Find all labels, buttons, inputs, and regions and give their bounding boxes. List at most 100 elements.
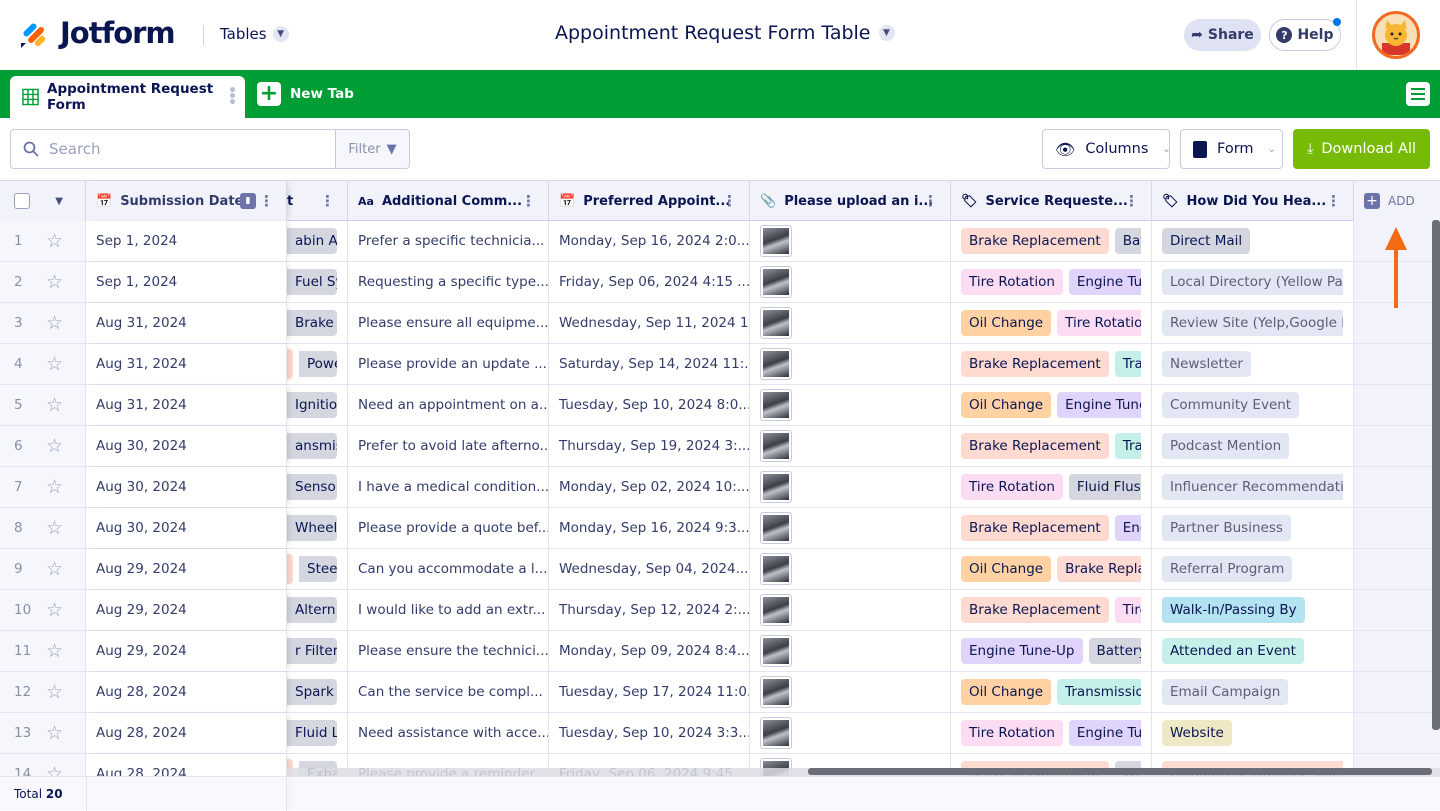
- share-button[interactable]: ➦ Share: [1184, 19, 1261, 51]
- star-icon[interactable]: ☆: [46, 558, 63, 580]
- source-cell[interactable]: Email Campaign: [1152, 672, 1354, 712]
- star-icon[interactable]: ☆: [46, 640, 63, 662]
- vertical-scrollbar[interactable]: [1432, 220, 1440, 730]
- submission-date-cell[interactable]: Sep 1, 2024: [86, 262, 287, 302]
- service-cell[interactable]: Brake ReplacementTire Rotation: [951, 590, 1152, 630]
- star-icon[interactable]: ☆: [46, 763, 63, 776]
- upload-cell[interactable]: [750, 262, 951, 302]
- appointment-cell[interactable]: Wednesday, Sep 11, 2024 1...: [549, 303, 750, 343]
- source-cell[interactable]: Newsletter: [1152, 344, 1354, 384]
- partial-tag-cell[interactable]: Wheel: [287, 508, 348, 548]
- upload-cell[interactable]: [750, 713, 951, 753]
- service-cell[interactable]: Brake ReplacementTransmission Service: [951, 344, 1152, 384]
- car-image-thumbnail[interactable]: [760, 594, 792, 626]
- source-cell[interactable]: Local Directory (Yellow Pages): [1152, 262, 1354, 302]
- appointment-cell[interactable]: Thursday, Sep 19, 2024 3:...: [549, 426, 750, 466]
- column-options-icon[interactable]: ⋮: [521, 192, 536, 210]
- table-row[interactable]: 5 ☆ Aug 31, 2024 Ignitio Need an appointm…: [0, 385, 1440, 426]
- comment-cell[interactable]: Please provide a quote bef...: [348, 508, 549, 548]
- service-cell[interactable]: Oil ChangeEngine Tune-Up: [951, 385, 1152, 425]
- comment-cell[interactable]: I would like to add an extr...: [348, 590, 549, 630]
- appointment-cell[interactable]: Monday, Sep 16, 2024 9:3...: [549, 508, 750, 548]
- upload-cell[interactable]: [750, 344, 951, 384]
- partial-tag-cell[interactable]: Sensor M: [287, 467, 348, 507]
- source-cell[interactable]: Influencer Recommendation: [1152, 467, 1354, 507]
- upload-cell[interactable]: [750, 508, 951, 548]
- service-cell[interactable]: Tire RotationFluid Flush: [951, 467, 1152, 507]
- car-image-thumbnail[interactable]: [760, 348, 792, 380]
- horizontal-scrollbar[interactable]: [808, 768, 1432, 775]
- appointment-cell[interactable]: Thursday, Sep 12, 2024 2:...: [549, 590, 750, 630]
- service-cell[interactable]: Oil ChangeBrake Replacement: [951, 549, 1152, 589]
- comment-cell[interactable]: Can you accommodate a l...: [348, 549, 549, 589]
- table-row[interactable]: 1☆ Sep 1, 2024 abin Air F Prefer a speci…: [0, 221, 1440, 262]
- partial-tag-cell[interactable]: Fuel Sys: [287, 262, 348, 302]
- submission-date-cell[interactable]: Aug 28, 2024: [86, 713, 287, 753]
- comment-cell[interactable]: Please provide an update ...: [348, 344, 549, 384]
- service-cell[interactable]: Oil ChangeTire Rotation: [951, 303, 1152, 343]
- service-cell[interactable]: Engine Tune-UpBattery Replacement: [951, 631, 1152, 671]
- comment-cell[interactable]: Need assistance with acce...: [348, 713, 549, 753]
- table-row[interactable]: 6☆ Aug 30, 2024 ansmissi Prefer to avoid…: [0, 426, 1440, 467]
- tab-appointment-request-form[interactable]: Appointment Request Form • • •: [10, 76, 245, 118]
- appointment-cell[interactable]: Tuesday, Sep 17, 2024 11:0...: [549, 672, 750, 712]
- star-icon[interactable]: ☆: [46, 394, 63, 416]
- column-header-additional-comments[interactable]: Aa Additional Comm... ⋮: [348, 181, 549, 221]
- table-row[interactable]: 7☆ Aug 30, 2024 Sensor M I have a medica…: [0, 467, 1440, 508]
- star-icon[interactable]: ☆: [46, 230, 63, 252]
- table-row[interactable]: 11 ☆ Aug 29, 2024 r Filter R Please ensur…: [0, 631, 1440, 672]
- column-header-upload[interactable]: 📎 Please upload an i... ⋮: [750, 181, 951, 221]
- pin-icon[interactable]: ▮: [240, 193, 256, 209]
- star-icon[interactable]: ☆: [46, 353, 63, 375]
- submission-date-cell[interactable]: Sep 1, 2024: [86, 221, 287, 261]
- partial-tag-cell[interactable]: abin Air F: [287, 221, 348, 261]
- source-cell[interactable]: Attended an Event: [1152, 631, 1354, 671]
- submission-date-cell[interactable]: Aug 29, 2024: [86, 549, 287, 589]
- submission-date-cell[interactable]: Aug 31, 2024: [86, 303, 287, 343]
- upload-cell[interactable]: [750, 672, 951, 712]
- column-header-service-requested[interactable]: 🏷 Service Requeste... ⋮: [951, 181, 1152, 221]
- new-tab-button[interactable]: + New Tab: [257, 82, 354, 106]
- submission-date-cell[interactable]: Aug 29, 2024: [86, 590, 287, 630]
- download-all-button[interactable]: ⤓ Download All: [1293, 129, 1430, 169]
- appointment-cell[interactable]: Wednesday, Sep 04, 2024...: [549, 549, 750, 589]
- star-icon[interactable]: ☆: [46, 435, 63, 457]
- service-cell[interactable]: Brake ReplacementTransmission Service: [951, 426, 1152, 466]
- submission-date-cell[interactable]: Aug 29, 2024: [86, 631, 287, 671]
- column-options-icon[interactable]: ⋮: [1326, 192, 1341, 210]
- table-row[interactable]: 3☆ Aug 31, 2024 Brake F Please ensure al…: [0, 303, 1440, 344]
- source-cell[interactable]: Podcast Mention: [1152, 426, 1354, 466]
- tables-dropdown[interactable]: Tables ▼: [220, 25, 289, 43]
- table-row[interactable]: 13 ☆ Aug 28, 2024 Fluid L Need assistance…: [0, 713, 1440, 754]
- table-row[interactable]: 10 ☆ Aug 29, 2024 Altern I would like to …: [0, 590, 1440, 631]
- column-header-submission-date[interactable]: 📅 Submission Date ▮ ⋮: [86, 181, 287, 221]
- table-title-dropdown[interactable]: Appointment Request Form Table ▼: [555, 22, 895, 44]
- add-column-button[interactable]: + ADD: [1354, 181, 1440, 221]
- car-image-thumbnail[interactable]: [760, 389, 792, 421]
- column-options-icon[interactable]: ⋮: [722, 192, 737, 210]
- service-cell[interactable]: Tire RotationEngine Tune-Up: [951, 262, 1152, 302]
- jotform-logo[interactable]: Jotform: [20, 16, 176, 50]
- comment-cell[interactable]: Prefer to avoid late afterno...: [348, 426, 549, 466]
- upload-cell[interactable]: [750, 385, 951, 425]
- submission-date-cell[interactable]: Aug 28, 2024: [86, 754, 287, 776]
- appointment-cell[interactable]: Tuesday, Sep 10, 2024 3:3...: [549, 713, 750, 753]
- partial-tag-cell[interactable]: Ignitio: [287, 385, 348, 425]
- column-header-preferred-appointment[interactable]: 📅 Preferred Appoint... ⋮: [549, 181, 750, 221]
- source-cell[interactable]: Website: [1152, 713, 1354, 753]
- upload-cell[interactable]: [750, 590, 951, 630]
- upload-cell[interactable]: [750, 467, 951, 507]
- submission-date-cell[interactable]: Aug 30, 2024: [86, 467, 287, 507]
- columns-button[interactable]: 👁 Columns ⌄: [1042, 129, 1171, 169]
- submission-date-cell[interactable]: Aug 31, 2024: [86, 385, 287, 425]
- car-image-thumbnail[interactable]: [760, 717, 792, 749]
- upload-cell[interactable]: [750, 426, 951, 466]
- table-row[interactable]: 8 ☆ Aug 30, 2024 Wheel Please provide a q…: [0, 508, 1440, 549]
- appointment-cell[interactable]: Monday, Sep 09, 2024 8:4...: [549, 631, 750, 671]
- column-header-partial[interactable]: t ⋮: [287, 181, 348, 221]
- car-image-thumbnail[interactable]: [760, 471, 792, 503]
- source-cell[interactable]: Review Site (Yelp,Google Reviews): [1152, 303, 1354, 343]
- partial-tag-cell[interactable]: Altern: [287, 590, 348, 630]
- service-cell[interactable]: Brake ReplacementBattery Replacement: [951, 221, 1152, 261]
- upload-cell[interactable]: [750, 631, 951, 671]
